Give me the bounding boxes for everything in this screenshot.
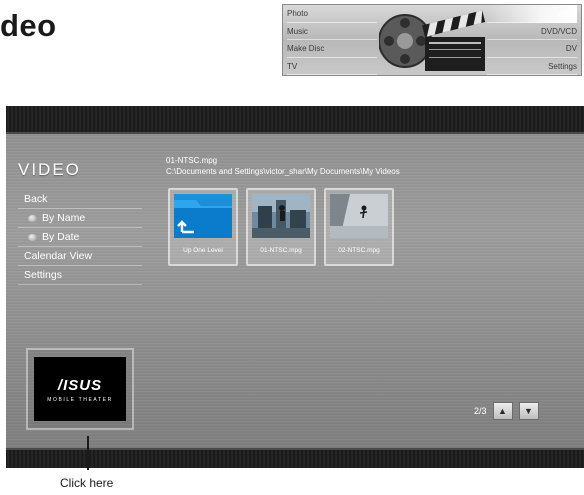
settings-button[interactable]: Settings (18, 266, 142, 285)
video-thumbnail-image (252, 194, 310, 238)
current-file-name: 01-NTSC.mpg (166, 156, 218, 165)
mini-menu-tv[interactable]: TV (287, 58, 377, 75)
film-reel-clapper-icon (379, 10, 486, 71)
thumb-video-02[interactable]: 02-NTSC.mpg (324, 188, 394, 266)
brand-logo: /ISUS MOBILE THEATER (34, 357, 126, 421)
side-menu: Back By Name By Date Calendar View Setti… (18, 190, 142, 285)
page-indicator: 2/3 (474, 406, 487, 416)
brand-logo-subtitle: MOBILE THEATER (47, 397, 113, 403)
mini-menu-make-disc[interactable]: Make Disc (287, 40, 377, 58)
radio-icon (28, 233, 37, 241)
back-button[interactable]: Back (18, 190, 142, 209)
main-menu-preview: Photo Music Make Disc TV Video DVD/VCD D… (282, 4, 582, 76)
mini-menu-dvd-vcd[interactable]: DVD/VCD (487, 23, 577, 40)
sort-by-date-label: By Date (42, 230, 80, 243)
callout-label: Click here (60, 476, 114, 490)
arrow-down-icon: ▼ (524, 406, 533, 416)
sort-by-name-option[interactable]: By Name (18, 209, 142, 228)
top-bar (6, 106, 584, 134)
mini-menu-video[interactable]: Video (487, 5, 577, 23)
page-down-button[interactable]: ▼ (518, 402, 539, 420)
page-up-button[interactable]: ▲ (492, 402, 513, 420)
mini-menu-photo[interactable]: Photo (287, 5, 377, 23)
mini-menu-music[interactable]: Music (287, 23, 377, 40)
brand-logo-mark: /ISUS (57, 377, 103, 394)
mini-menu-right: Video DVD/VCD DV Settings (487, 5, 577, 75)
folder-up-icon (174, 194, 232, 238)
mini-menu-left: Photo Music Make Disc TV (287, 5, 377, 75)
mini-menu-settings[interactable]: Settings (487, 58, 577, 75)
brand-logo-button[interactable]: /ISUS MOBILE THEATER (26, 348, 134, 430)
thumb-caption: Up One Level (183, 247, 223, 254)
callout-line (87, 436, 89, 470)
page-heading: deo (0, 8, 57, 43)
current-file-path: C:\Documents and Settings\victor_shar\My… (166, 167, 400, 176)
video-thumbnail-image (330, 194, 388, 238)
calendar-view-button[interactable]: Calendar View (18, 247, 142, 266)
mini-menu-dv[interactable]: DV (487, 40, 577, 58)
pager: 2/3 ▲ ▼ (474, 402, 539, 420)
sort-by-name-label: By Name (42, 211, 86, 224)
section-title: VIDEO (18, 160, 81, 179)
radio-icon (28, 214, 37, 222)
file-info: 01-NTSC.mpg C:\Documents and Settings\vi… (166, 155, 400, 177)
arrow-up-icon: ▲ (498, 406, 507, 416)
video-app-window: VIDEO 01-NTSC.mpg C:\Documents and Setti… (6, 106, 584, 468)
sort-by-date-option[interactable]: By Date (18, 228, 142, 247)
bottom-bar (6, 448, 584, 468)
thumb-caption: 01-NTSC.mpg (260, 247, 302, 254)
thumb-video-01[interactable]: 01-NTSC.mpg (246, 188, 316, 266)
thumb-caption: 02-NTSC.mpg (338, 247, 380, 254)
thumb-up-one-level[interactable]: Up One Level (168, 188, 238, 266)
